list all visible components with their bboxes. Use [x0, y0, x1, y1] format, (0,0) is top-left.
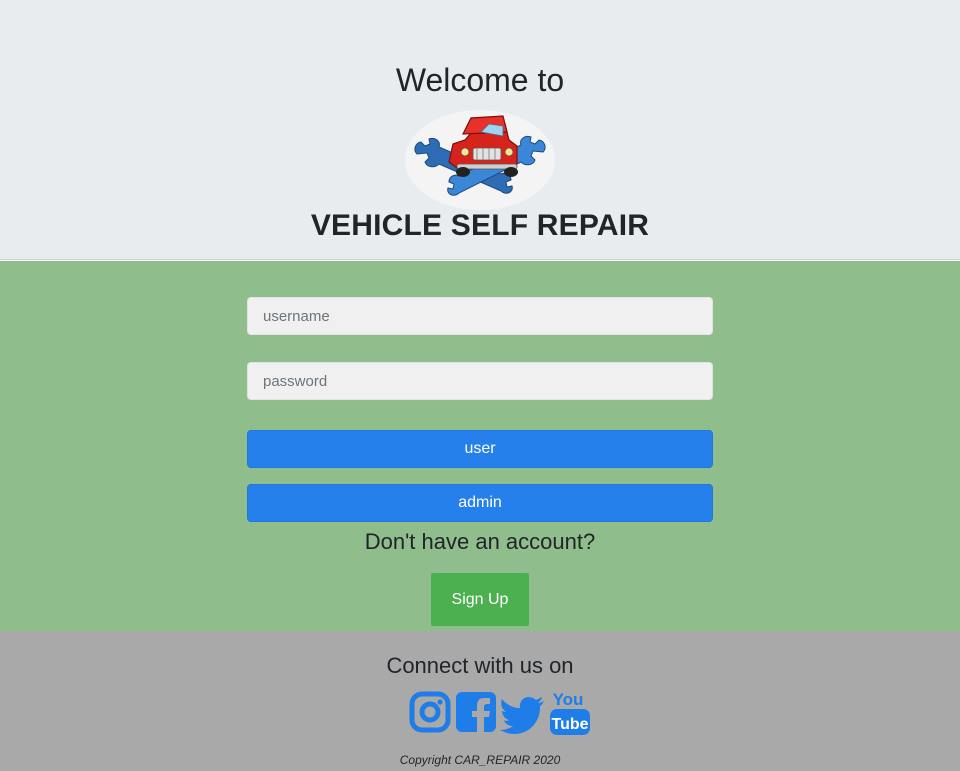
welcome-text: Welcome to — [395, 62, 565, 98]
user-login-button[interactable]: user — [247, 430, 713, 468]
header: Welcome to VEHICLE SELF REPAIR — [0, 0, 960, 260]
facebook-icon[interactable] — [455, 687, 497, 737]
footer: Connect with us on You Tube Copyright CA… — [0, 631, 960, 771]
copyright-text: Copyright CAR_REPAIR 2020 — [399, 753, 561, 767]
car-repair-logo-graphic — [414, 115, 546, 196]
instagram-icon[interactable] — [409, 687, 451, 737]
connect-text: Connect with us on — [386, 653, 574, 678]
admin-login-button[interactable]: admin — [247, 484, 713, 522]
youtube-logo-bottom: Tube — [551, 716, 588, 733]
no-account-text: Don't have an account? — [364, 529, 596, 554]
youtube-icon[interactable]: You Tube — [548, 687, 592, 737]
twitter-icon[interactable] — [500, 687, 545, 737]
car-repair-logo-icon — [405, 110, 555, 210]
username-input[interactable] — [247, 297, 713, 335]
login-panel: user admin Don't have an account? Sign U… — [0, 261, 960, 631]
password-input[interactable] — [247, 362, 713, 400]
youtube-logo-top: You — [553, 690, 584, 709]
signup-button[interactable]: Sign Up — [431, 573, 529, 626]
brand-title: VEHICLE SELF REPAIR — [310, 209, 650, 242]
